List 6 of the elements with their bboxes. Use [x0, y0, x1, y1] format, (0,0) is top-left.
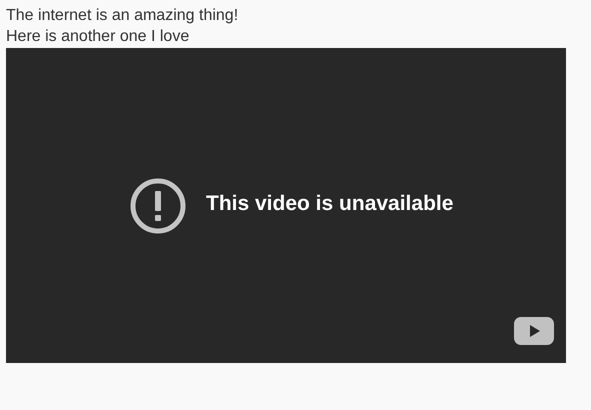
unavailable-message: This video is unavailable [206, 192, 454, 216]
exclamation-icon [130, 178, 186, 234]
paragraph: The internet is an amazing thing! [6, 6, 238, 26]
video-player[interactable]: This video is unavailable [6, 48, 566, 363]
paragraph: Here is another one I love [6, 27, 190, 47]
play-logo-icon[interactable] [514, 317, 554, 345]
